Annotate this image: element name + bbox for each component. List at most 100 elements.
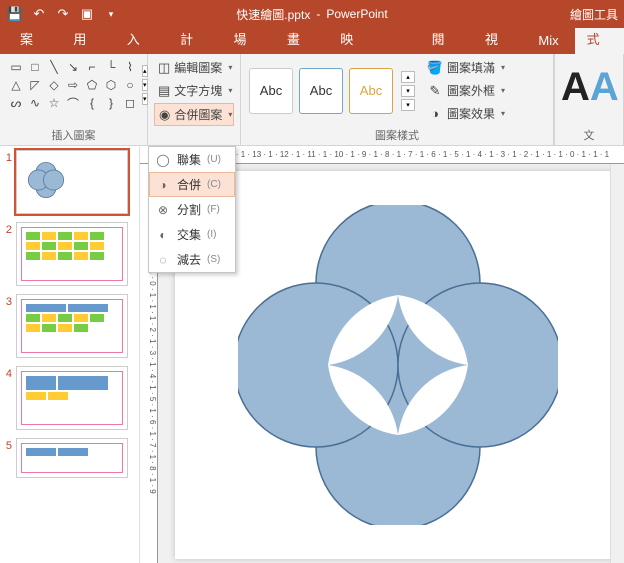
gallery-up-icon[interactable]: ▴ xyxy=(401,71,415,83)
shape-textbox-icon[interactable]: ▭ xyxy=(8,59,24,75)
thumb-slide-1[interactable] xyxy=(16,150,128,214)
chevron-down-icon: ▾ xyxy=(228,110,232,119)
merge-shapes-icon: ◉ xyxy=(159,107,170,123)
group-label-wordart: 文 xyxy=(561,126,617,143)
union-icon: ◯ xyxy=(155,152,171,168)
style-preset-1[interactable]: Abc xyxy=(249,68,293,114)
gallery-more-icon[interactable]: ▾ xyxy=(142,93,148,105)
group-wordart: A A 文 xyxy=(554,54,624,145)
thumb-4[interactable]: 4 xyxy=(2,366,135,430)
shape-fill-button[interactable]: 🪣 圖案填滿 ▾ xyxy=(423,57,509,78)
tab-mix[interactable]: Mix xyxy=(526,29,570,54)
shape-scribble-icon[interactable]: ∿ xyxy=(27,95,43,111)
shape-freeform-icon[interactable]: ᔕ xyxy=(8,95,24,111)
fragment-icon: ⊗ xyxy=(155,202,171,218)
bucket-icon: 🪣 xyxy=(427,60,443,76)
style-preset-3[interactable]: Abc xyxy=(349,68,393,114)
wordart-preset-1[interactable]: A xyxy=(561,57,590,117)
thumb-3[interactable]: 3 xyxy=(2,294,135,358)
shape-rect-icon[interactable]: □ xyxy=(27,59,43,75)
group-shape-styles: Abc Abc Abc ▴ ▾ ▾ 🪣 圖案填滿 ▾ ✎ 圖案外框 ▾ xyxy=(240,54,554,145)
shape-diamond-icon[interactable]: ◇ xyxy=(46,77,62,93)
pen-icon: ✎ xyxy=(427,83,443,99)
thumb-slide-5[interactable] xyxy=(16,438,128,478)
combine-icon: ◑ xyxy=(155,177,171,193)
edit-shape-button[interactable]: ◫ 編輯圖案 ▾ xyxy=(154,57,234,78)
shape-arc-icon[interactable]: ⌒ xyxy=(65,95,81,111)
slide-canvas[interactable] xyxy=(175,171,620,559)
shape-elbow-icon[interactable]: └ xyxy=(103,59,119,75)
shape-effects-button[interactable]: ◑ 圖案效果 ▾ xyxy=(423,103,509,124)
filename: 快速繪圖.pptx xyxy=(236,6,310,23)
ribbon-tabs: 檔案 常用 插入 設計 轉場 動畫 投影片放映 校閱 檢視 Mix 格式 xyxy=(0,28,624,54)
undo-icon[interactable]: ↶ xyxy=(30,5,48,23)
merge-combine[interactable]: ◑ 合併 (C) xyxy=(149,172,235,197)
gallery-up-icon[interactable]: ▴ xyxy=(142,65,148,77)
gallery-down-icon[interactable]: ▾ xyxy=(142,79,148,91)
shape-hexagon-icon[interactable]: ⬡ xyxy=(103,77,119,93)
merge-shapes-menu: ◯ 聯集 (U) ◑ 合併 (C) ⊗ 分割 (F) ◐ 交集 (I) ◌ 減去… xyxy=(148,146,236,273)
shape-connector-icon[interactable]: ⌐ xyxy=(84,59,100,75)
text-box-button[interactable]: ▤ 文字方塊 ▾ xyxy=(154,80,234,101)
shape-line-icon[interactable]: ╲ xyxy=(46,59,62,75)
shape-arrow-line-icon[interactable]: ↘ xyxy=(65,59,81,75)
shape-brace-r-icon[interactable]: } xyxy=(103,95,119,111)
shape-brace-l-icon[interactable]: { xyxy=(84,95,100,111)
shapes-gallery[interactable]: ▭ □ ╲ ↘ ⌐ └ ⌇ △ ◸ ◇ ⇨ ⬠ ⬡ ○ ᔕ ∿ ☆ ⌒ { } xyxy=(6,57,140,113)
shape-curve-icon[interactable]: ⌇ xyxy=(122,59,138,75)
shape-star-icon[interactable]: ☆ xyxy=(46,95,62,111)
thumb-slide-4[interactable] xyxy=(16,366,128,430)
shape-ellipse-icon[interactable]: ○ xyxy=(122,77,138,93)
redo-icon[interactable]: ↷ xyxy=(54,5,72,23)
style-preset-2[interactable]: Abc xyxy=(299,68,343,114)
save-icon[interactable]: 💾 xyxy=(6,5,24,23)
group-insert-shapes: ▭ □ ╲ ↘ ⌐ └ ⌇ △ ◸ ◇ ⇨ ⬠ ⬡ ○ ᔕ ∿ ☆ ⌒ { } xyxy=(0,54,148,145)
thumb-slide-3[interactable] xyxy=(16,294,128,358)
intersect-icon: ◐ xyxy=(155,227,171,243)
venn-shape[interactable] xyxy=(238,205,558,525)
qat-customize-icon[interactable]: ▾ xyxy=(102,5,120,23)
subtract-icon: ◌ xyxy=(155,252,171,268)
group-label-insert-shapes: 插入圖案 xyxy=(6,126,141,143)
vertical-scrollbar[interactable] xyxy=(610,164,624,563)
wordart-preset-2[interactable]: A xyxy=(590,57,619,117)
window-title: 快速繪圖.pptx - PowerPoint xyxy=(236,6,387,23)
slide-thumbnails[interactable]: 1 2 xyxy=(0,146,140,563)
edit-shape-icon: ◫ xyxy=(158,60,170,76)
gallery-down-icon[interactable]: ▾ xyxy=(401,85,415,97)
effects-icon: ◑ xyxy=(427,106,443,122)
style-gallery-scroll[interactable]: ▴ ▾ ▾ xyxy=(401,71,415,111)
start-from-beginning-icon[interactable]: ▣ xyxy=(78,5,96,23)
chevron-down-icon: ▾ xyxy=(501,109,505,118)
chevron-down-icon: ▾ xyxy=(501,86,505,95)
shape-pentagon-icon[interactable]: ⬠ xyxy=(84,77,100,93)
ribbon: ▭ □ ╲ ↘ ⌐ └ ⌇ △ ◸ ◇ ⇨ ⬠ ⬡ ○ ᔕ ∿ ☆ ⌒ { } xyxy=(0,54,624,146)
mini-venn-icon xyxy=(25,159,67,201)
gallery-more-icon[interactable]: ▾ xyxy=(401,99,415,111)
shape-outline-button[interactable]: ✎ 圖案外框 ▾ xyxy=(423,80,509,101)
shape-triangle-icon[interactable]: △ xyxy=(8,77,24,93)
app-name: PowerPoint xyxy=(326,7,387,21)
thumb-5[interactable]: 5 xyxy=(2,438,135,478)
merge-intersect[interactable]: ◐ 交集 (I) xyxy=(149,222,235,247)
shape-callout-icon[interactable]: ◻ xyxy=(122,95,138,111)
merge-union[interactable]: ◯ 聯集 (U) xyxy=(149,147,235,172)
thumb-1[interactable]: 1 xyxy=(2,150,135,214)
chevron-down-icon: ▾ xyxy=(228,63,232,72)
shape-rtriangle-icon[interactable]: ◸ xyxy=(27,77,43,93)
chevron-down-icon: ▾ xyxy=(501,63,505,72)
context-tab-label: 繪圖工具 xyxy=(570,6,618,23)
shape-style-gallery[interactable]: Abc Abc Abc xyxy=(247,64,395,118)
thumb-slide-2[interactable] xyxy=(16,222,128,286)
group-label-shape-styles: 圖案樣式 xyxy=(247,126,547,143)
group-shape-edit: ◫ 編輯圖案 ▾ ▤ 文字方塊 ▾ ◉ 合併圖案 ▾ xyxy=(148,54,240,145)
merge-shapes-button[interactable]: ◉ 合併圖案 ▾ xyxy=(154,103,234,126)
quick-access-toolbar: 💾 ↶ ↷ ▣ ▾ xyxy=(0,5,126,23)
shape-arrow-icon[interactable]: ⇨ xyxy=(65,77,81,93)
workspace: 1 2 xyxy=(0,146,624,563)
merge-fragment[interactable]: ⊗ 分割 (F) xyxy=(149,197,235,222)
thumb-2[interactable]: 2 xyxy=(2,222,135,286)
chevron-down-icon: ▾ xyxy=(228,86,232,95)
merge-subtract[interactable]: ◌ 減去 (S) xyxy=(149,247,235,272)
shapes-gallery-scroll[interactable]: ▴ ▾ ▾ xyxy=(142,57,148,113)
